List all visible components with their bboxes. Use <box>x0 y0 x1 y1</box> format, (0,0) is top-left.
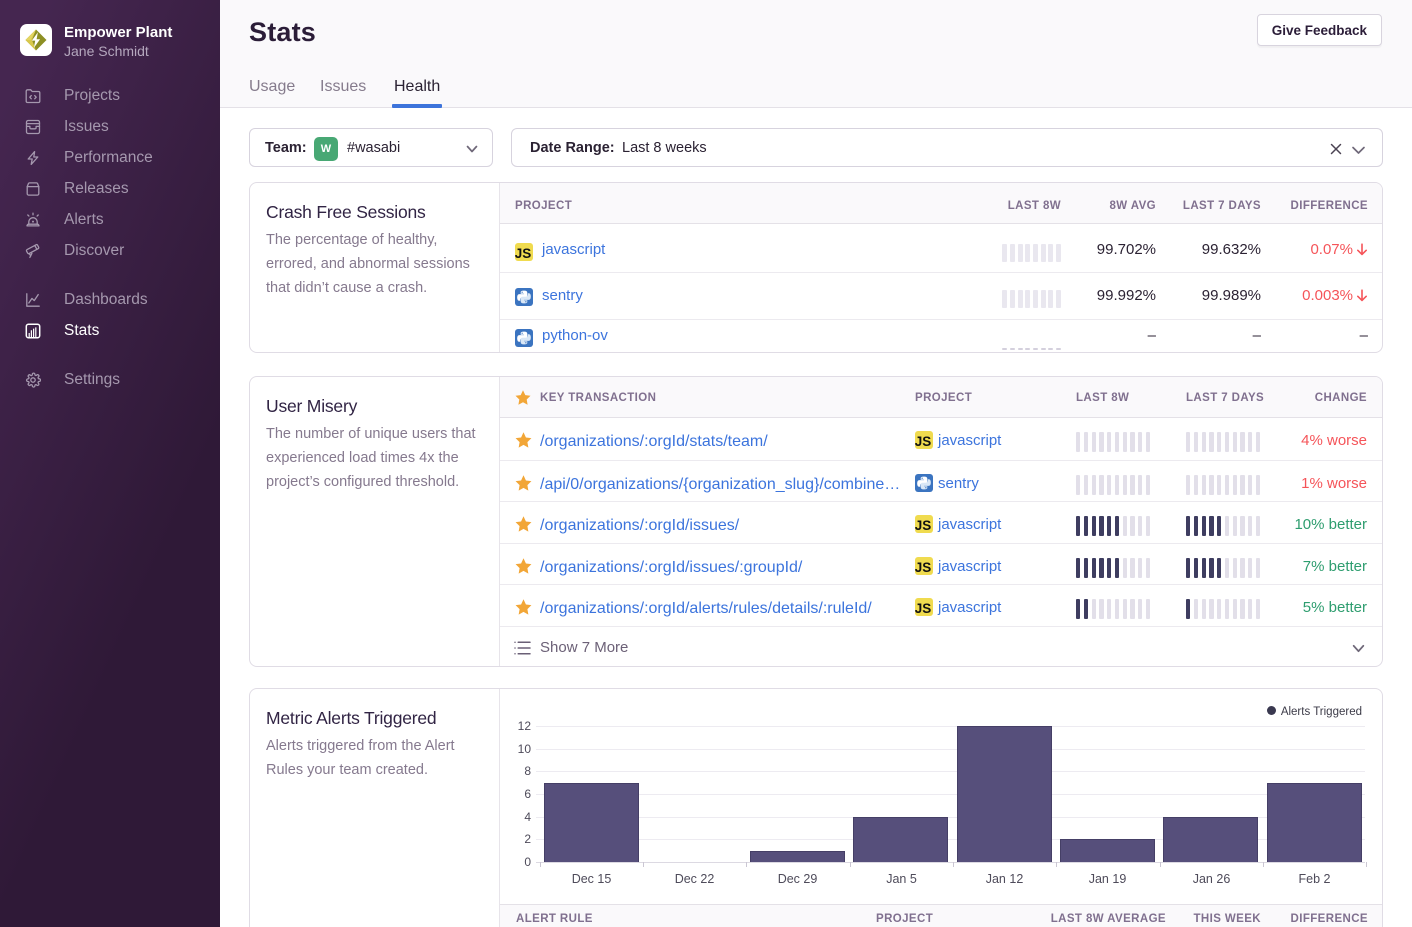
svg-text:JS: JS <box>915 518 931 533</box>
svg-text:JS: JS <box>515 246 531 261</box>
svg-text:JS: JS <box>915 601 931 616</box>
svg-text:JS: JS <box>915 560 931 575</box>
svg-text:JS: JS <box>915 434 931 449</box>
